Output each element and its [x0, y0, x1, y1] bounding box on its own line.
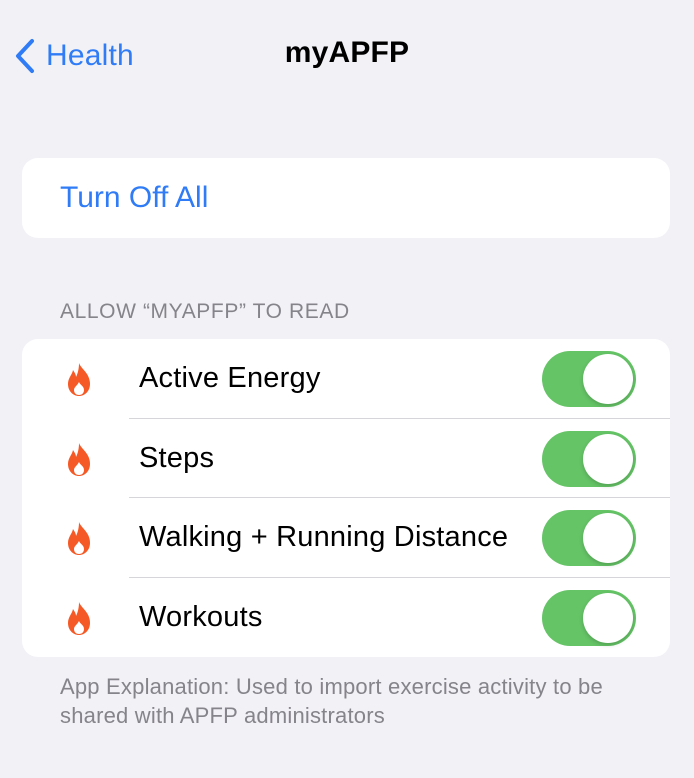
turn-off-all-button[interactable]: Turn Off All [60, 158, 208, 238]
steps-toggle[interactable] [542, 430, 636, 487]
item-label: Walking + Running Distance [139, 521, 509, 554]
item-label: Active Energy [139, 362, 321, 395]
list-item-walking-running-distance: Walking + Running Distance [22, 498, 670, 578]
flame-icon [62, 361, 96, 397]
flame-icon [62, 600, 96, 636]
navigation-bar: Health myAPFP [0, 0, 694, 110]
section-header: ALLOW “MYAPFP” TO READ [60, 300, 350, 323]
toggle-knob [583, 592, 633, 643]
toggle-knob [583, 513, 633, 563]
app-explanation: App Explanation: Used to import exercise… [60, 674, 603, 728]
workouts-toggle[interactable] [542, 589, 636, 646]
list-item-workouts: Workouts [22, 578, 670, 658]
list-item-steps: Steps [22, 419, 670, 498]
flame-icon [62, 520, 96, 556]
flame-icon [62, 441, 96, 477]
page-title: myAPFP [284, 36, 410, 69]
toggle-knob [583, 354, 633, 404]
item-label: Steps [139, 441, 215, 474]
toggle-knob [583, 433, 633, 484]
permissions-list: Active Energy Steps Walking + Running Di… [22, 339, 670, 657]
active-energy-toggle[interactable] [542, 351, 636, 407]
list-item-active-energy: Active Energy [22, 339, 670, 419]
turn-off-all-card: Turn Off All [22, 158, 670, 238]
walking-running-distance-toggle[interactable] [542, 510, 636, 566]
item-label: Workouts [139, 600, 263, 633]
